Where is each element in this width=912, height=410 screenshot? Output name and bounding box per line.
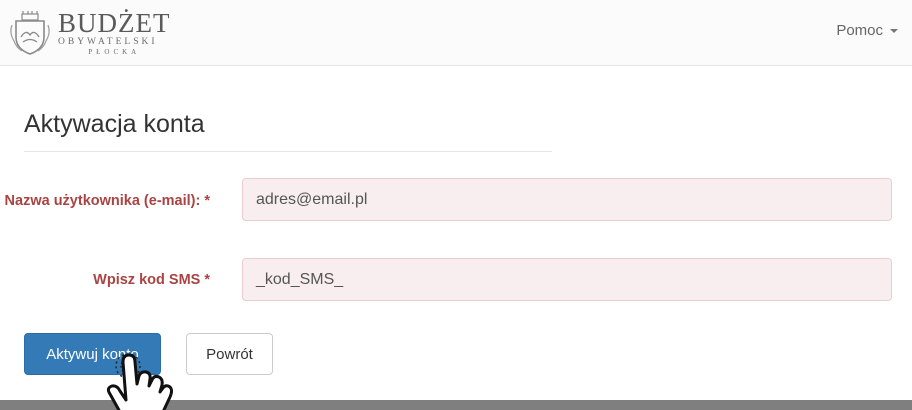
navbar: BUDŻET OBYWATELSKI PŁOCKA Pomoc (0, 0, 912, 66)
username-field[interactable]: adres@email.pl (242, 178, 892, 221)
brand-subtitle: OBYWATELSKI (58, 37, 158, 48)
brand-text: BUDŻET OBYWATELSKI PŁOCKA (58, 10, 170, 56)
back-button[interactable]: Powrót (186, 333, 273, 375)
activate-account-button[interactable]: Aktywuj konto (24, 333, 161, 375)
brand-logo[interactable]: BUDŻET OBYWATELSKI PŁOCKA (6, 6, 170, 60)
footer-bar (0, 400, 912, 410)
sms-code-label: Wpisz kod SMS * (93, 272, 210, 288)
caret-down-icon (890, 28, 898, 33)
page-title: Aktywacja konta (24, 110, 552, 152)
sms-code-field[interactable]: _kod_SMS_ (242, 258, 892, 301)
brand-title: BUDŻET (58, 8, 171, 39)
city-crest-icon (10, 11, 50, 55)
help-dropdown[interactable]: Pomoc (836, 22, 898, 39)
brand-city: PŁOCKA (88, 47, 141, 56)
username-label: Nazwa użytkownika (e-mail): * (4, 193, 210, 209)
help-label: Pomoc (836, 22, 883, 39)
